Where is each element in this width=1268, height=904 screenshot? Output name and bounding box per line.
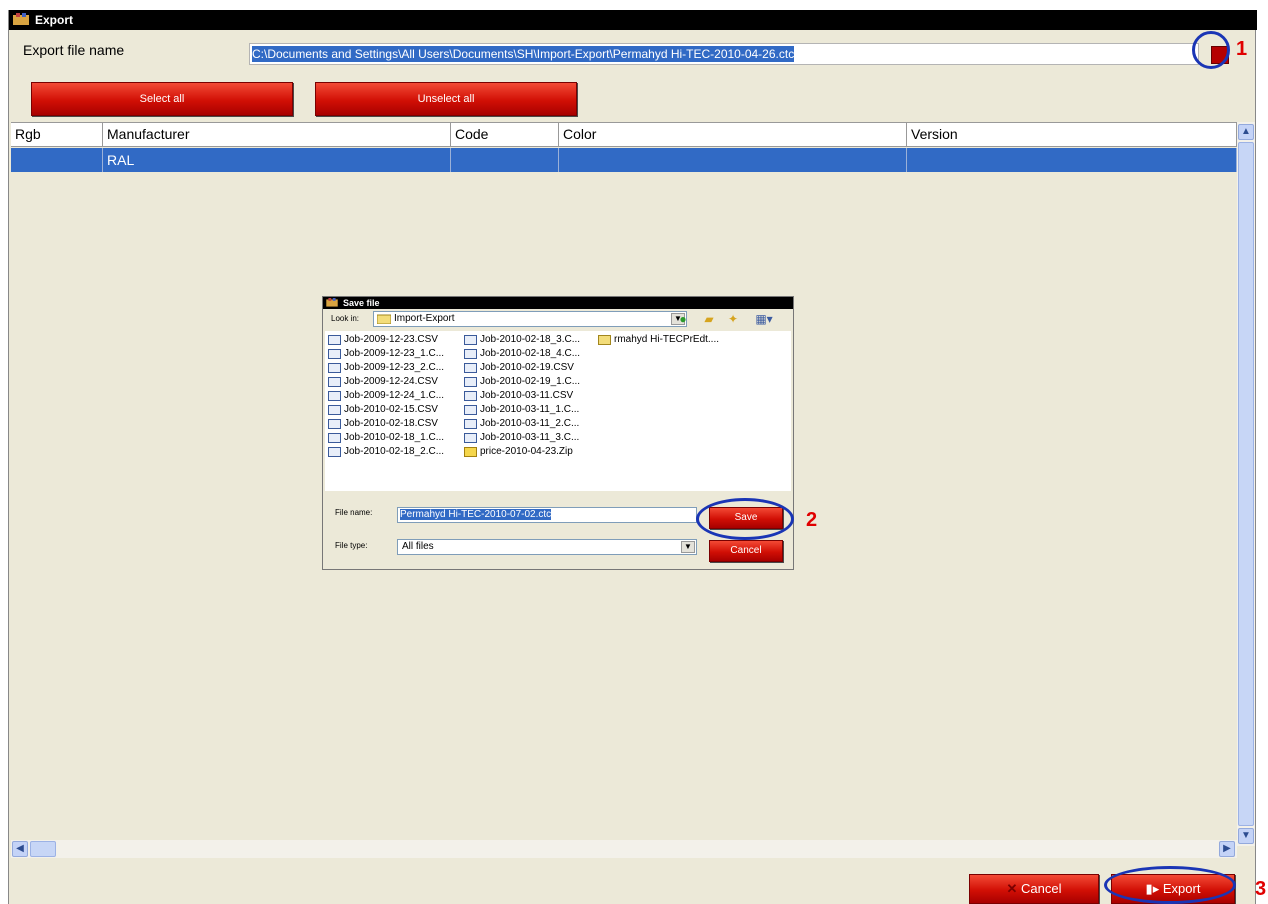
csv-file-icon [464,377,477,387]
csv-file-icon [464,433,477,443]
list-item[interactable]: Job-2010-02-18_3.C... [463,333,580,347]
csv-file-icon [328,349,341,359]
callout-number-2: 2 [806,509,818,531]
list-item[interactable]: Job-2010-03-11_3.C... [463,431,579,445]
table-header: Rgb Manufacturer Code Color Version [11,123,1237,147]
vertical-scrollbar[interactable]: ▲ ▼ [1237,122,1255,846]
file-type-label: File type: [335,541,368,550]
list-item[interactable]: Job-2009-12-23_1.C... [327,347,444,361]
list-item[interactable]: Job-2010-03-11_1.C... [463,403,579,417]
list-item[interactable]: Job-2009-12-23_2.C... [327,361,444,375]
cell-code [451,148,559,172]
column-header-color[interactable]: Color [559,123,907,147]
scroll-left-icon[interactable]: ◀ [12,841,28,857]
app-icon [13,13,29,25]
list-item[interactable]: price-2010-04-23.Zip [463,445,573,459]
vertical-scroll-thumb[interactable] [1238,142,1254,826]
csv-file-icon [464,405,477,415]
callout-circle-1 [1192,31,1230,69]
file-name-input[interactable]: Permahyd Hi-TEC-2010-07-02.ctc [397,507,697,523]
csv-file-icon [328,405,341,415]
cell-manufacturer: RAL [103,148,451,172]
list-item[interactable]: Job-2009-12-23.CSV [327,333,438,347]
list-item[interactable]: Job-2010-02-18_4.C... [463,347,580,361]
csv-file-icon [328,391,341,401]
column-header-rgb[interactable]: Rgb [11,123,103,147]
up-folder-icon[interactable]: ▰ [701,312,717,326]
scroll-right-icon[interactable]: ▶ [1219,841,1235,857]
zip-file-icon [464,447,477,457]
list-item[interactable]: Job-2009-12-24.CSV [327,375,438,389]
csv-file-icon [464,363,477,373]
folder-icon [377,314,391,324]
table-row[interactable]: RAL [11,148,1237,172]
scroll-up-icon[interactable]: ▲ [1238,124,1254,140]
cancel-x-icon: ✕ [1006,881,1018,896]
csv-file-icon [328,447,341,457]
list-item[interactable]: Job-2009-12-24_1.C... [327,389,444,403]
file-list: Job-2009-12-23.CSV Job-2009-12-23_1.C...… [325,331,791,491]
csv-file-icon [464,349,477,359]
scroll-down-icon[interactable]: ▼ [1238,828,1254,844]
save-dialog-title: Save file [343,298,380,308]
window-title: Export [35,13,74,27]
csv-file-icon [328,377,341,387]
list-item[interactable]: Job-2010-03-11_2.C... [463,417,579,431]
select-all-button[interactable]: Select all [31,82,293,116]
list-item[interactable]: Job-2010-02-19.CSV [463,361,574,375]
look-in-label: Look in: [331,314,360,323]
file-icon [598,335,611,345]
view-menu-icon[interactable]: ▦▾ [751,312,777,326]
unselect-all-button[interactable]: Unselect all [315,82,577,116]
callout-number-1: 1 [1236,38,1248,60]
list-item[interactable]: Job-2010-02-18_2.C... [327,445,444,459]
file-type-dropdown-icon[interactable]: ▼ [681,541,695,553]
list-item[interactable]: Job-2010-02-19_1.C... [463,375,580,389]
file-type-value: All files [402,541,434,552]
column-header-code[interactable]: Code [451,123,559,147]
new-folder-icon[interactable]: ✦ [725,312,741,326]
cell-rgb [11,148,103,172]
look-in-select[interactable]: Import-Export ▼ [373,311,687,327]
file-type-select[interactable]: All files ▼ [397,539,697,555]
file-name-label: File name: [335,508,373,517]
horizontal-scrollbar[interactable]: ◀ ▶ [11,840,1237,858]
export-file-name-value: C:\Documents and Settings\All Users\Docu… [252,46,795,62]
export-file-name-label: Export file name [23,42,125,58]
csv-file-icon [464,391,477,401]
callout-circle-2 [696,498,794,540]
cell-color [559,148,907,172]
back-icon[interactable]: ● [675,312,691,326]
cell-version [907,148,1237,172]
dialog-cancel-button[interactable]: Cancel [709,540,783,562]
callout-number-3: 3 [1255,878,1267,900]
cancel-button-label: Cancel [1021,881,1062,896]
csv-file-icon [328,335,341,345]
save-dialog-app-icon [326,298,338,307]
window-titlebar: Export [9,10,1257,30]
look-in-value: Import-Export [394,313,455,324]
horizontal-scroll-thumb[interactable] [30,841,56,857]
csv-file-icon [328,363,341,373]
list-item[interactable]: rmahyd Hi-TECPrEdt.... [597,333,719,347]
column-header-manufacturer[interactable]: Manufacturer [103,123,451,147]
save-dialog-titlebar: Save file [323,297,793,309]
file-name-value: Permahyd Hi-TEC-2010-07-02.ctc [400,509,552,520]
list-item[interactable]: Job-2010-02-15.CSV [327,403,438,417]
callout-circle-3 [1104,866,1236,904]
cancel-button[interactable]: ✕ Cancel [969,874,1099,904]
list-item[interactable]: Job-2010-02-18_1.C... [327,431,444,445]
column-header-version[interactable]: Version [907,123,1237,147]
csv-file-icon [328,419,341,429]
csv-file-icon [328,433,341,443]
list-item[interactable]: Job-2010-03-11.CSV [463,389,573,403]
list-item[interactable]: Job-2010-02-18.CSV [327,417,438,431]
export-file-name-input[interactable]: C:\Documents and Settings\All Users\Docu… [249,43,1199,65]
csv-file-icon [464,419,477,429]
csv-file-icon [464,335,477,345]
